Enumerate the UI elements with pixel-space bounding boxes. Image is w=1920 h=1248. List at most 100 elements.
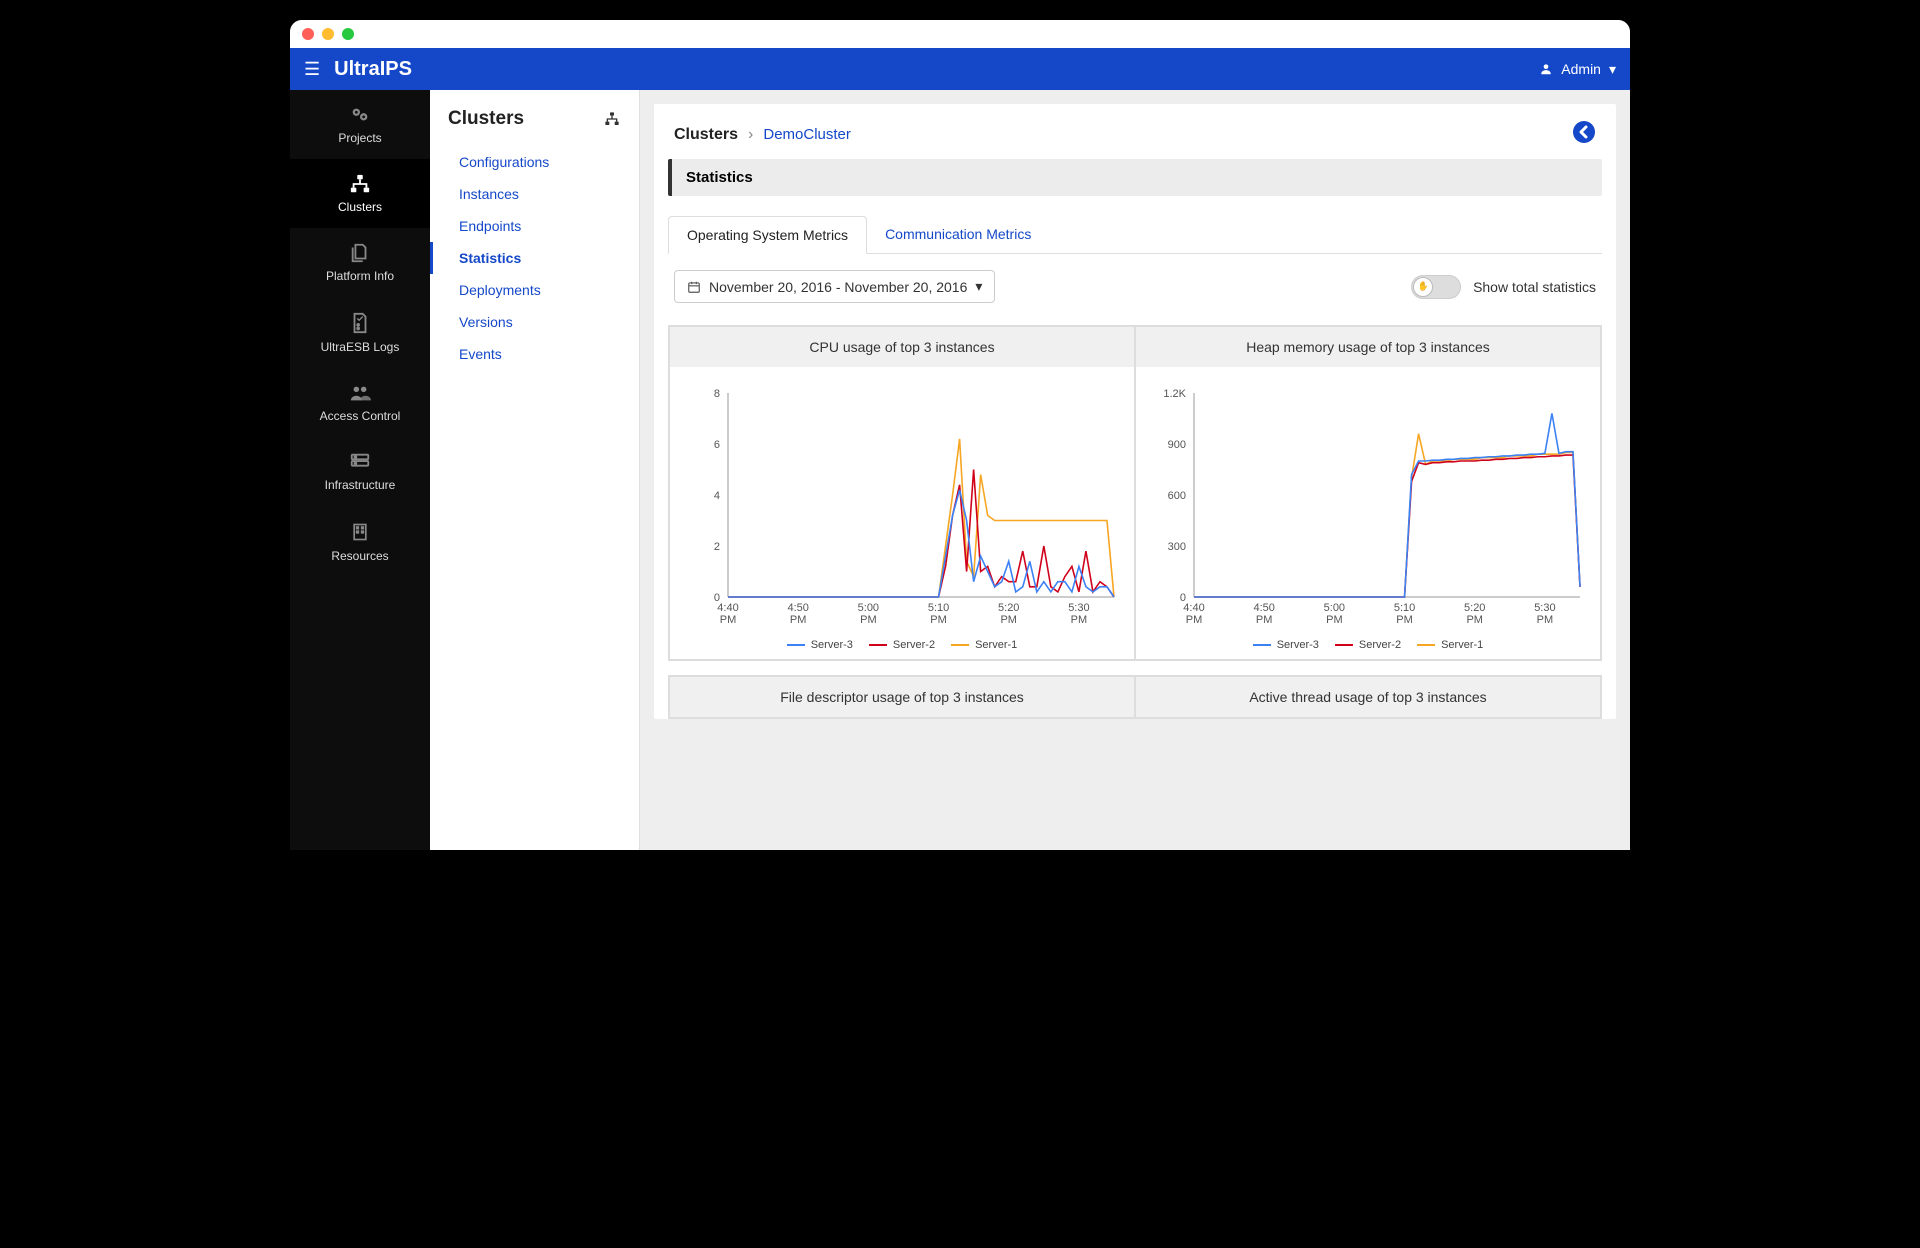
subpanel-endpoints[interactable]: Endpoints [430, 210, 639, 242]
sitemap-icon [603, 111, 621, 127]
legend-swatch-icon [1253, 644, 1271, 646]
legend-label: Server-1 [975, 639, 1017, 651]
legend-label: Server-1 [1441, 639, 1483, 651]
primary-sidebar: Projects Clusters Platform Info UltraESB… [290, 90, 430, 850]
chart-threads: Active thread usage of top 3 instances [1135, 676, 1601, 718]
server-icon [348, 451, 372, 473]
chart-legend: Server-3 Server-2 Server-1 [670, 639, 1134, 659]
subpanel-statistics[interactable]: Statistics [430, 242, 639, 274]
subpanel-instances[interactable]: Instances [430, 178, 639, 210]
tab-os-metrics[interactable]: Operating System Metrics [668, 216, 867, 254]
breadcrumb-root[interactable]: Clusters [674, 126, 738, 144]
svg-text:PM: PM [1000, 614, 1017, 626]
svg-text:5:20: 5:20 [998, 602, 1019, 614]
legend-swatch-icon [869, 644, 887, 646]
hamburger-icon[interactable]: ☰ [304, 59, 320, 80]
chevron-down-icon: ▾ [1609, 61, 1616, 78]
chart-fd: File descriptor usage of top 3 instances [669, 676, 1135, 718]
maximize-icon[interactable] [342, 28, 354, 40]
sidebar-item-projects[interactable]: Projects [290, 90, 430, 159]
chart-legend: Server-3 Server-2 Server-1 [1136, 639, 1600, 659]
calendar-icon [687, 280, 701, 294]
svg-text:PM: PM [1466, 614, 1483, 626]
svg-text:4:40: 4:40 [717, 602, 738, 614]
sidebar-item-infrastructure[interactable]: Infrastructure [290, 437, 430, 506]
sidebar-item-clusters[interactable]: Clusters [290, 159, 430, 228]
date-range-label: November 20, 2016 - November 20, 2016 [709, 279, 967, 295]
svg-text:PM: PM [1186, 614, 1203, 626]
svg-text:PM: PM [860, 614, 877, 626]
back-button[interactable] [1572, 120, 1596, 149]
building-icon [350, 520, 370, 544]
date-range-picker[interactable]: November 20, 2016 - November 20, 2016 ▾ [674, 270, 995, 303]
users-icon [347, 382, 373, 404]
mac-titlebar [290, 20, 1630, 48]
svg-text:4:50: 4:50 [787, 602, 808, 614]
logs-icon [349, 311, 371, 335]
user-menu[interactable]: Admin ▾ [1539, 61, 1616, 78]
main-content: Clusters › DemoCluster Statistics Operat… [640, 90, 1630, 850]
svg-text:5:00: 5:00 [1324, 602, 1345, 614]
subpanel-deployments[interactable]: Deployments [430, 274, 639, 306]
total-stats-toggle[interactable]: ✋ [1411, 275, 1461, 299]
legend-label: Server-3 [811, 639, 853, 651]
sidebar-item-access-control[interactable]: Access Control [290, 368, 430, 437]
user-label: Admin [1561, 61, 1601, 77]
legend-swatch-icon [1417, 644, 1435, 646]
secondary-sidebar: Clusters Configurations Instances Endpoi… [430, 90, 640, 850]
svg-text:5:10: 5:10 [928, 602, 949, 614]
svg-text:1.2K: 1.2K [1163, 388, 1186, 400]
sidebar-label: Access Control [320, 409, 401, 423]
user-icon [1539, 62, 1553, 76]
svg-text:PM: PM [1071, 614, 1088, 626]
tab-communication-metrics[interactable]: Communication Metrics [867, 216, 1049, 253]
svg-text:600: 600 [1168, 490, 1186, 502]
sidebar-label: Resources [331, 549, 388, 563]
svg-text:6: 6 [714, 439, 720, 451]
sidebar-label: Platform Info [326, 269, 394, 283]
sidebar-item-resources[interactable]: Resources [290, 506, 430, 577]
svg-text:8: 8 [714, 388, 720, 400]
app-title: UltraIPS [334, 58, 412, 81]
sidebar-label: UltraESB Logs [321, 340, 400, 354]
legend-label: Server-3 [1277, 639, 1319, 651]
subpanel-events[interactable]: Events [430, 338, 639, 370]
cpu-chart-plot: 024684:40PM4:50PM5:00PM5:10PM5:20PM5:30P… [680, 385, 1124, 633]
minimize-icon[interactable] [322, 28, 334, 40]
subpanel-title: Clusters [448, 108, 524, 130]
svg-text:300: 300 [1168, 541, 1186, 553]
svg-text:4: 4 [714, 490, 720, 502]
svg-text:4:50: 4:50 [1253, 602, 1274, 614]
sitemap-icon [347, 173, 373, 195]
chart-title: Heap memory usage of top 3 instances [1136, 327, 1600, 367]
legend-swatch-icon [1335, 644, 1353, 646]
close-icon[interactable] [302, 28, 314, 40]
toggle-label: Show total statistics [1473, 279, 1596, 295]
sidebar-label: Projects [338, 131, 381, 145]
subpanel-configurations[interactable]: Configurations [430, 146, 639, 178]
breadcrumb: Clusters › DemoCluster [674, 126, 851, 144]
heap-chart-plot: 03006009001.2K4:40PM4:50PM5:00PM5:10PM5:… [1146, 385, 1590, 633]
svg-text:5:00: 5:00 [858, 602, 879, 614]
svg-text:PM: PM [930, 614, 947, 626]
subpanel-versions[interactable]: Versions [430, 306, 639, 338]
sidebar-label: Clusters [338, 200, 382, 214]
svg-text:PM: PM [1326, 614, 1343, 626]
breadcrumb-leaf[interactable]: DemoCluster [763, 126, 851, 143]
chart-title: Active thread usage of top 3 instances [1136, 677, 1600, 717]
chart-title: CPU usage of top 3 instances [670, 327, 1134, 367]
sidebar-item-ultraesb-logs[interactable]: UltraESB Logs [290, 297, 430, 368]
svg-text:PM: PM [1537, 614, 1554, 626]
legend-label: Server-2 [1359, 639, 1401, 651]
chevron-down-icon: ▾ [975, 278, 982, 295]
svg-text:4:40: 4:40 [1183, 602, 1204, 614]
svg-text:5:20: 5:20 [1464, 602, 1485, 614]
section-title: Statistics [668, 159, 1602, 196]
svg-text:5:10: 5:10 [1394, 602, 1415, 614]
metrics-tabs: Operating System Metrics Communication M… [668, 216, 1602, 254]
gears-icon [347, 104, 373, 126]
toggle-knob: ✋ [1413, 277, 1433, 297]
sidebar-item-platform-info[interactable]: Platform Info [290, 228, 430, 297]
svg-text:900: 900 [1168, 439, 1186, 451]
svg-text:5:30: 5:30 [1534, 602, 1555, 614]
